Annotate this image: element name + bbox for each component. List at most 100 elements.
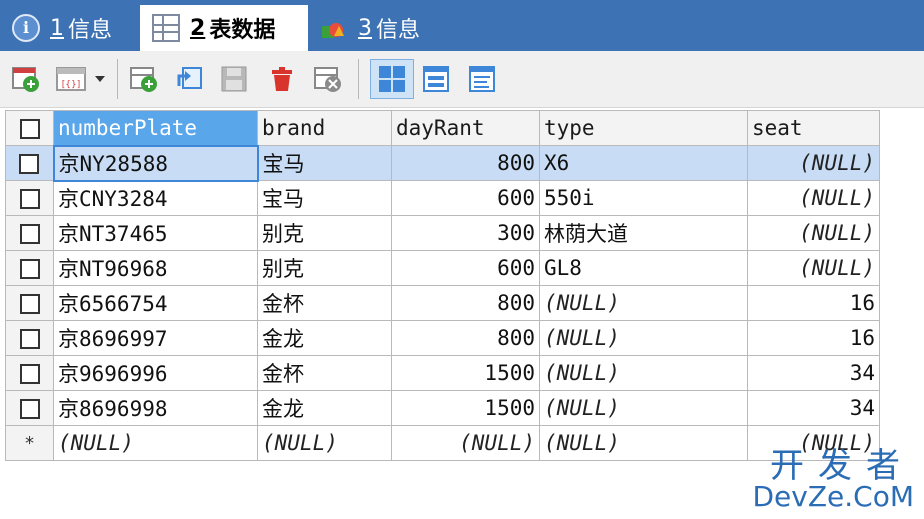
refresh-icon: [177, 67, 202, 89]
form-view-button[interactable]: [418, 61, 454, 97]
row-checkbox[interactable]: [5, 250, 54, 286]
column-header-numberplate[interactable]: numberPlate: [53, 110, 258, 146]
cell-numberplate[interactable]: 京8696997: [53, 320, 258, 356]
table-row[interactable]: 京8696998 金龙 1500 (NULL) 34: [5, 390, 880, 426]
new-row-marker: *: [5, 425, 54, 461]
cell-numberplate[interactable]: 京NT37465: [53, 215, 258, 251]
cell-type[interactable]: (NULL): [539, 285, 748, 321]
cell-dayrant[interactable]: 600: [391, 250, 540, 286]
cell-numberplate[interactable]: 京CNY3284: [53, 180, 258, 216]
cell-seat[interactable]: (NULL): [747, 215, 880, 251]
shapes-icon: [320, 14, 348, 42]
filter-dropdown-button[interactable]: [{}]: [52, 61, 110, 97]
cell-numberplate[interactable]: 京6566754: [53, 285, 258, 321]
table-row[interactable]: 京NY28588 宝马 800 X6 (NULL): [5, 144, 880, 182]
cell-type[interactable]: 550i: [539, 180, 748, 216]
tab-info-3[interactable]: 3 信息: [308, 5, 448, 51]
tab-bar: i 1 信息 2 表数据 3 信息: [0, 0, 924, 51]
cell-type[interactable]: (NULL): [539, 320, 748, 356]
cell-dayrant[interactable]: 1500: [391, 355, 540, 391]
cell-type[interactable]: 林荫大道: [539, 215, 748, 251]
table-row[interactable]: 京8696997 金龙 800 (NULL) 16: [5, 320, 880, 356]
cell-numberplate[interactable]: 京NY28588: [52, 144, 259, 182]
cell-dayrant[interactable]: 800: [391, 320, 540, 356]
cell-numberplate[interactable]: 京8696998: [53, 390, 258, 426]
cell-seat[interactable]: 34: [747, 390, 880, 426]
row-checkbox[interactable]: [5, 285, 54, 321]
cell-type[interactable]: GL8: [539, 250, 748, 286]
cell-type[interactable]: X6: [539, 145, 748, 181]
cell-brand[interactable]: 宝马: [257, 180, 392, 216]
cell-numberplate[interactable]: 京9696996: [53, 355, 258, 391]
row-checkbox[interactable]: [5, 390, 54, 426]
table-row[interactable]: 京NT37465 别克 300 林荫大道 (NULL): [5, 215, 880, 251]
cell-dayrant[interactable]: 800: [391, 145, 540, 181]
row-checkbox[interactable]: [5, 180, 54, 216]
add-row-icon: [130, 67, 157, 92]
cell-dayrant[interactable]: 300: [391, 215, 540, 251]
cell-dayrant[interactable]: 600: [391, 180, 540, 216]
cell-seat[interactable]: 34: [747, 355, 880, 391]
cell-brand[interactable]: (NULL): [257, 425, 392, 461]
cell-seat[interactable]: 16: [747, 285, 880, 321]
column-header-seat[interactable]: seat: [747, 110, 880, 146]
refresh-button[interactable]: [172, 61, 208, 97]
header-row: numberPlate brand dayRant type seat: [5, 110, 880, 146]
cancel-button[interactable]: [310, 61, 346, 97]
new-record-icon: [12, 67, 39, 92]
row-checkbox[interactable]: [5, 145, 54, 181]
cell-seat[interactable]: 16: [747, 320, 880, 356]
row-checkbox[interactable]: [5, 215, 54, 251]
column-header-dayrant[interactable]: dayRant: [391, 110, 540, 146]
cell-type[interactable]: (NULL): [539, 390, 748, 426]
tab-label: 信息: [68, 18, 113, 43]
tab-table-data[interactable]: 2 表数据: [140, 5, 308, 51]
text-view-button[interactable]: [464, 61, 500, 97]
cell-seat[interactable]: (NULL): [747, 250, 880, 286]
row-checkbox[interactable]: [5, 355, 54, 391]
new-record-button[interactable]: [8, 61, 44, 97]
cell-numberplate[interactable]: 京NT96968: [53, 250, 258, 286]
cell-seat[interactable]: (NULL): [747, 180, 880, 216]
cell-dayrant[interactable]: (NULL): [391, 425, 540, 461]
tab-number: 1: [50, 15, 64, 41]
tab-label: 表数据: [209, 18, 276, 43]
grid-view-button[interactable]: [370, 59, 414, 99]
info-icon: i: [12, 14, 40, 42]
add-row-button[interactable]: [126, 61, 162, 97]
table-row[interactable]: 京CNY3284 宝马 600 550i (NULL): [5, 180, 880, 216]
records-table: numberPlate brand dayRant type seat 京NY2…: [5, 110, 880, 461]
cell-brand[interactable]: 金龙: [257, 320, 392, 356]
svg-text:[{}]: [{}]: [62, 80, 80, 90]
new-row[interactable]: * (NULL) (NULL) (NULL) (NULL) (NULL): [5, 425, 880, 461]
cell-brand[interactable]: 别克: [257, 250, 392, 286]
watermark-logo: 开发者 DevZe.CoM: [752, 446, 914, 513]
table-row[interactable]: 京9696996 金杯 1500 (NULL) 34: [5, 355, 880, 391]
cell-dayrant[interactable]: 1500: [391, 390, 540, 426]
tab-label: 信息: [376, 18, 421, 43]
delete-button[interactable]: [264, 61, 300, 97]
cell-brand[interactable]: 金杯: [257, 285, 392, 321]
cell-seat[interactable]: (NULL): [747, 145, 880, 181]
column-header-brand[interactable]: brand: [257, 110, 392, 146]
text-view-icon: [469, 66, 495, 92]
table-row[interactable]: 京6566754 金杯 800 (NULL) 16: [5, 285, 880, 321]
tab-info-1[interactable]: i 1 信息: [0, 5, 138, 51]
select-all-checkbox[interactable]: [5, 110, 54, 146]
column-header-type[interactable]: type: [539, 110, 748, 146]
cell-type[interactable]: (NULL): [539, 425, 748, 461]
table-row[interactable]: 京NT96968 别克 600 GL8 (NULL): [5, 250, 880, 286]
cell-brand[interactable]: 金龙: [257, 390, 392, 426]
save-button[interactable]: [216, 61, 252, 97]
cell-dayrant[interactable]: 800: [391, 285, 540, 321]
filter-dropdown-icon: [{}]: [56, 67, 105, 91]
tab-number: 2: [190, 15, 206, 41]
cell-brand[interactable]: 金杯: [257, 355, 392, 391]
cancel-icon: [314, 67, 341, 92]
toolbar: [{}]: [0, 51, 924, 108]
cell-brand[interactable]: 宝马: [257, 145, 392, 181]
cell-brand[interactable]: 别克: [257, 215, 392, 251]
row-checkbox[interactable]: [5, 320, 54, 356]
cell-numberplate[interactable]: (NULL): [53, 425, 258, 461]
cell-type[interactable]: (NULL): [539, 355, 748, 391]
